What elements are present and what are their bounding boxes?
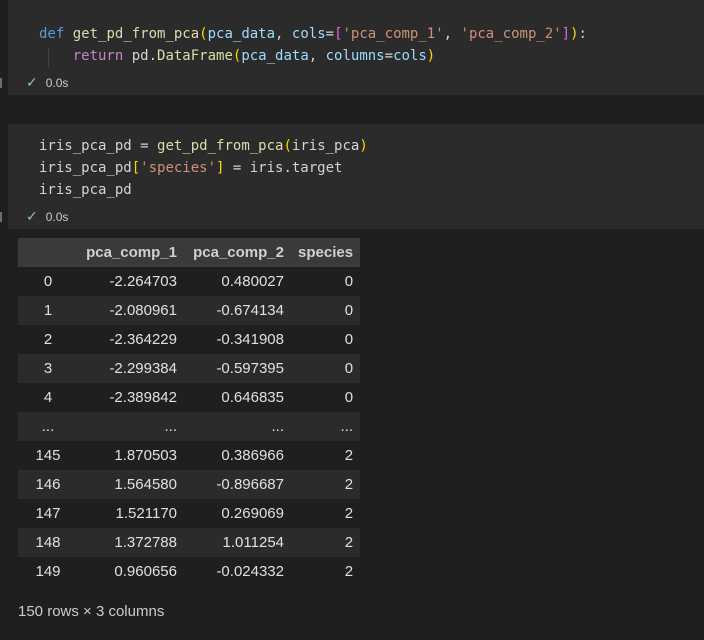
cell-2-status: ✓ 0.0s bbox=[26, 209, 68, 225]
table-cell: ... bbox=[184, 412, 291, 441]
row-index: 0 bbox=[18, 267, 78, 296]
table-cell: 0.646835 bbox=[184, 383, 291, 412]
column-header: pca_comp_1 bbox=[78, 238, 184, 267]
table-cell: ... bbox=[291, 412, 361, 441]
row-index: 149 bbox=[18, 557, 78, 586]
table-cell: 1.564580 bbox=[78, 470, 184, 499]
table-cell: 2 bbox=[291, 557, 361, 586]
table-cell: 0 bbox=[291, 325, 361, 354]
code-line: iris_pca_pd['species'] = iris.target bbox=[39, 160, 343, 176]
row-index: 2 bbox=[18, 325, 78, 354]
table-cell: 1.372788 bbox=[78, 528, 184, 557]
execution-time: 0.0s bbox=[45, 76, 69, 90]
table-row: 148 1.372788 1.011254 2 bbox=[18, 528, 361, 557]
row-index: 146 bbox=[18, 470, 78, 499]
cell-1-status: ✓ 0.0s bbox=[26, 75, 68, 91]
check-icon: ✓ bbox=[26, 75, 38, 91]
table-cell: -0.341908 bbox=[184, 325, 291, 354]
table-row: 2 -2.364229 -0.341908 0 bbox=[18, 325, 361, 354]
table-row: 0 -2.264703 0.480027 0 bbox=[18, 267, 361, 296]
table-cell: 2 bbox=[291, 441, 361, 470]
table-cell: -2.389842 bbox=[78, 383, 184, 412]
table-cell: -2.080961 bbox=[78, 296, 184, 325]
table-cell: ... bbox=[78, 412, 184, 441]
table-row: 1 -2.080961 -0.674134 0 bbox=[18, 296, 361, 325]
table-row: 145 1.870503 0.386966 2 bbox=[18, 441, 361, 470]
column-header: species bbox=[291, 238, 361, 267]
table-header-row: pca_comp_1 pca_comp_2 species bbox=[18, 238, 361, 267]
table-cell: 0.480027 bbox=[184, 267, 291, 296]
table-row-ellipsis: ... ... ... ... bbox=[18, 412, 361, 441]
row-index: 1 bbox=[18, 296, 78, 325]
row-index: 145 bbox=[18, 441, 78, 470]
dataframe-shape-footer: 150 rows × 3 columns bbox=[18, 603, 165, 620]
table-row: 149 0.960656 -0.024332 2 bbox=[18, 557, 361, 586]
table-cell: -0.674134 bbox=[184, 296, 291, 325]
table-row: 147 1.521170 0.269069 2 bbox=[18, 499, 361, 528]
cell-gutter-marker bbox=[0, 212, 2, 222]
table-cell: -2.264703 bbox=[78, 267, 184, 296]
code-line: return pd.DataFrame(pca_data, columns=co… bbox=[72, 48, 436, 64]
table-cell: -0.024332 bbox=[184, 557, 291, 586]
execution-time: 0.0s bbox=[45, 210, 69, 224]
table-cell: 0 bbox=[291, 296, 361, 325]
table-cell: 0.386966 bbox=[184, 441, 291, 470]
column-header-index bbox=[18, 238, 78, 267]
table-cell: 0 bbox=[291, 267, 361, 296]
table-cell: 2 bbox=[291, 470, 361, 499]
row-index: 4 bbox=[18, 383, 78, 412]
table-cell: 2 bbox=[291, 528, 361, 557]
code-line: def get_pd_from_pca(pca_data, cols=['pca… bbox=[39, 26, 587, 42]
row-index: ... bbox=[18, 412, 78, 441]
code-line: iris_pca_pd = get_pd_from_pca(iris_pca) bbox=[39, 138, 368, 154]
table-cell: 1.521170 bbox=[78, 499, 184, 528]
table-cell: -0.597395 bbox=[184, 354, 291, 383]
check-icon: ✓ bbox=[26, 209, 38, 225]
table-cell: 0 bbox=[291, 354, 361, 383]
row-index: 3 bbox=[18, 354, 78, 383]
table-cell: 1.870503 bbox=[78, 441, 184, 470]
code-cell-2-source[interactable]: iris_pca_pd = get_pd_from_pca(iris_pca) … bbox=[39, 135, 368, 201]
table-row: 4 -2.389842 0.646835 0 bbox=[18, 383, 361, 412]
row-index: 148 bbox=[18, 528, 78, 557]
table-cell: -2.299384 bbox=[78, 354, 184, 383]
table-row: 146 1.564580 -0.896687 2 bbox=[18, 470, 361, 499]
column-header: pca_comp_2 bbox=[184, 238, 291, 267]
notebook-page: def get_pd_from_pca(pca_data, cols=['pca… bbox=[0, 0, 704, 640]
table-cell: -2.364229 bbox=[78, 325, 184, 354]
code-line: iris_pca_pd bbox=[39, 182, 132, 198]
table-cell: 0 bbox=[291, 383, 361, 412]
dataframe-output: pca_comp_1 pca_comp_2 species 0 -2.26470… bbox=[18, 238, 361, 586]
cell-gutter-marker bbox=[0, 78, 2, 88]
table-cell: -0.896687 bbox=[184, 470, 291, 499]
row-index: 147 bbox=[18, 499, 78, 528]
table-cell: 1.011254 bbox=[184, 528, 291, 557]
table-cell: 0.269069 bbox=[184, 499, 291, 528]
table-cell: 0.960656 bbox=[78, 557, 184, 586]
code-cell-1-source[interactable]: def get_pd_from_pca(pca_data, cols=['pca… bbox=[39, 23, 587, 67]
table-cell: 2 bbox=[291, 499, 361, 528]
table-row: 3 -2.299384 -0.597395 0 bbox=[18, 354, 361, 383]
